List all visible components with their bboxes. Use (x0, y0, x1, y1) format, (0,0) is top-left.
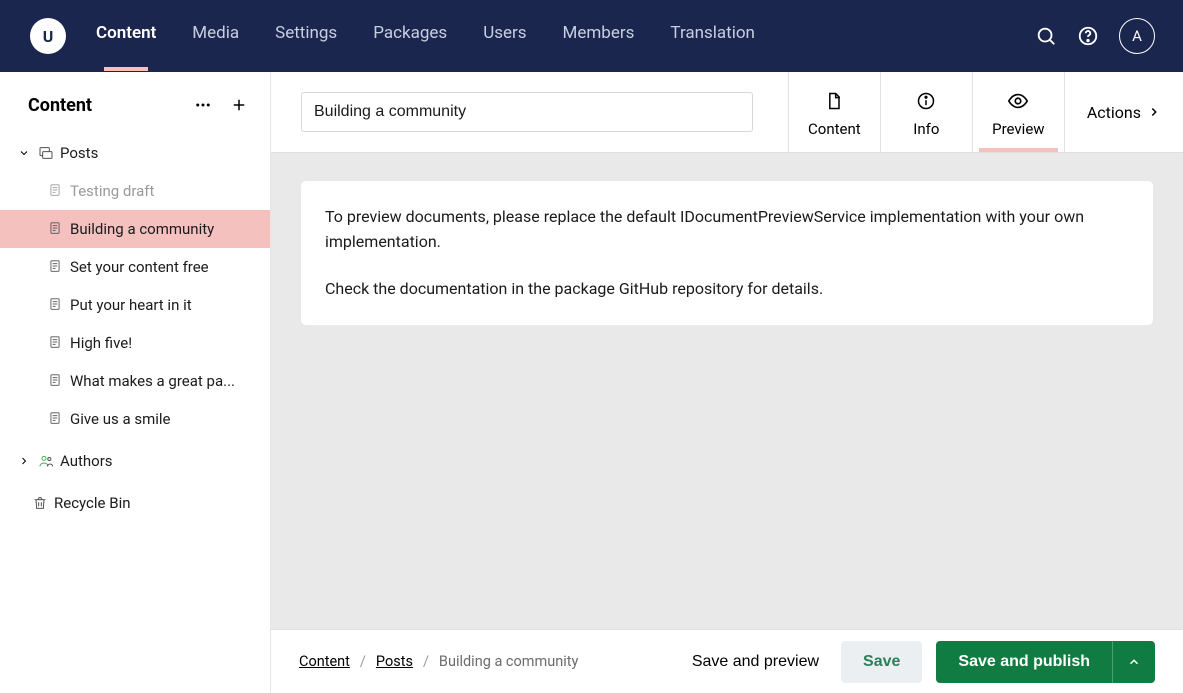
sidebar: Content Posts (0, 72, 271, 693)
document-icon (48, 411, 64, 427)
nav-users[interactable]: Users (483, 23, 526, 49)
save-button[interactable]: Save (841, 641, 922, 683)
chevron-down-icon (18, 147, 32, 159)
breadcrumb-root[interactable]: Content (299, 653, 350, 670)
tree-node-recycle[interactable]: Recycle Bin (0, 480, 270, 522)
breadcrumb-current: Building a community (439, 653, 578, 670)
tree-item[interactable]: Give us a smile (0, 400, 270, 438)
more-icon[interactable] (192, 94, 214, 116)
file-icon (824, 90, 844, 112)
save-and-preview-button[interactable]: Save and preview (684, 643, 827, 681)
tab-preview[interactable]: Preview (972, 72, 1064, 152)
tab-content[interactable]: Content (788, 72, 880, 152)
preview-message-p2: Check the documentation in the package G… (325, 277, 1129, 302)
actions-button[interactable]: Actions (1064, 72, 1183, 152)
plus-icon[interactable] (228, 94, 250, 116)
breadcrumb-parent[interactable]: Posts (376, 653, 413, 670)
tree-item-label: Put your heart in it (70, 296, 192, 314)
tree-node-authors[interactable]: Authors (0, 438, 270, 480)
save-and-publish-button[interactable]: Save and publish (936, 641, 1112, 683)
tree-item-label: Building a community (70, 220, 214, 238)
actions-label: Actions (1087, 103, 1141, 122)
document-icon (48, 335, 64, 351)
publish-caret-button[interactable] (1112, 641, 1155, 683)
avatar-initial: A (1132, 27, 1142, 45)
document-icon (48, 183, 64, 199)
tree-item-label: Set your content free (70, 258, 209, 276)
tree-item[interactable]: Put your heart in it (0, 286, 270, 324)
tree-node-posts[interactable]: Posts (0, 134, 270, 172)
sidebar-header: Content (0, 72, 270, 134)
nav-content[interactable]: Content (96, 23, 156, 49)
tree-item-label: High five! (70, 334, 132, 352)
document-icon (48, 221, 64, 237)
chevron-right-icon (18, 455, 32, 467)
folder-icon (38, 145, 54, 161)
document-header: Content Info Preview Actions (271, 72, 1183, 153)
publish-group: Save and publish (936, 641, 1155, 683)
breadcrumb-sep: / (360, 653, 366, 670)
tree-node-label: Authors (60, 452, 113, 470)
tree-item-label: What makes a great pa... (70, 372, 235, 390)
help-icon[interactable] (1077, 25, 1099, 47)
sidebar-title: Content (28, 95, 92, 116)
tab-info[interactable]: Info (880, 72, 972, 152)
content-tree: Posts Testing draft Building a community… (0, 134, 270, 532)
document-icon (48, 373, 64, 389)
tree-item[interactable]: Building a community (0, 210, 270, 248)
footer: Content / Posts / Building a community S… (271, 629, 1183, 693)
breadcrumb-sep: / (423, 653, 429, 670)
tree-item-label: Testing draft (70, 182, 154, 200)
topnav-right: A (1035, 18, 1155, 54)
app-logo-letter: U (43, 27, 54, 46)
tree-item[interactable]: Set your content free (0, 248, 270, 286)
chevron-up-icon (1127, 655, 1141, 669)
eye-icon (1007, 90, 1029, 112)
tab-label: Info (913, 120, 939, 138)
nav-members[interactable]: Members (563, 23, 635, 49)
tree-item[interactable]: What makes a great pa... (0, 362, 270, 400)
chevron-right-icon (1147, 105, 1161, 119)
tab-label: Content (808, 120, 861, 138)
breadcrumb: Content / Posts / Building a community (299, 653, 578, 670)
people-icon (38, 453, 54, 469)
preview-message-p1: To preview documents, please replace the… (325, 205, 1129, 255)
document-icon (48, 297, 64, 313)
trash-icon (32, 495, 48, 511)
search-icon[interactable] (1035, 25, 1057, 47)
nav-settings[interactable]: Settings (275, 23, 337, 49)
main: Content Info Preview Actions (271, 72, 1183, 693)
tab-label: Preview (992, 120, 1044, 138)
tree-node-label: Recycle Bin (54, 494, 131, 512)
tree-item[interactable]: Testing draft (0, 172, 270, 210)
tree-item-label: Give us a smile (70, 410, 170, 428)
document-tabs: Content Info Preview (788, 72, 1064, 152)
nav-packages[interactable]: Packages (373, 23, 447, 49)
tree-item[interactable]: High five! (0, 324, 270, 362)
content-area: To preview documents, please replace the… (271, 153, 1183, 629)
nav-items: Content Media Settings Packages Users Me… (96, 23, 755, 49)
tree-node-label: Posts (60, 144, 98, 162)
document-icon (48, 259, 64, 275)
avatar[interactable]: A (1119, 18, 1155, 54)
preview-message-card: To preview documents, please replace the… (301, 181, 1153, 325)
nav-translation[interactable]: Translation (670, 23, 755, 49)
nav-media[interactable]: Media (192, 23, 239, 49)
top-nav: U Content Media Settings Packages Users … (0, 0, 1183, 72)
info-icon (916, 90, 936, 112)
app-logo[interactable]: U (30, 18, 66, 54)
document-title-input[interactable] (301, 92, 753, 132)
